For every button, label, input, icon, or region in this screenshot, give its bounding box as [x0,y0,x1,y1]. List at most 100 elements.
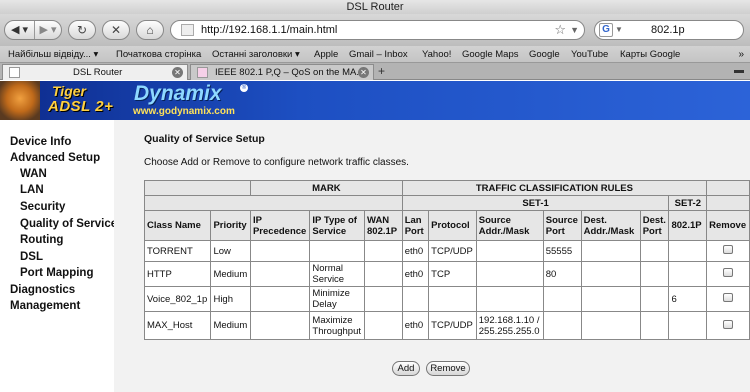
bookmark-item[interactable]: Gmail – Inbox [349,46,408,63]
sidebar-item-device-info[interactable]: Device Info [10,136,71,148]
cell-priority: Low [210,240,251,262]
cell-src-port: 55555 [542,240,582,262]
sidebar-item-lan[interactable]: LAN [20,184,44,196]
tab-title: DSL Router [73,67,123,78]
cell-dst-addr [580,240,641,262]
sidebar-item-advanced-setup[interactable]: Advanced Setup [10,152,100,164]
brand-bottom: ADSL 2+ [48,98,114,115]
address-bar[interactable]: http://192.168.1.1/main.html ☆ ▼ [170,20,585,40]
cell-src-addr [475,261,544,287]
site-favicon-icon [181,24,194,36]
nav-buttons: ◀ ▾ ▶ ▾ [4,20,62,40]
back-button[interactable]: ◀ ▾ [5,21,35,39]
add-button[interactable]: Add [392,361,420,376]
bookmark-item[interactable]: Yahoo! [422,46,451,63]
cell-remove [706,311,750,340]
group-header-rules: TRAFFIC CLASSIFICATION RULES [401,180,708,196]
remove-button[interactable]: Remove [426,361,470,376]
remove-checkbox[interactable] [723,268,734,277]
cell-wan-8021p [364,240,403,262]
bookmark-item[interactable]: Початкова сторінка [116,46,201,63]
forward-button[interactable]: ▶ ▾ [35,21,61,39]
cell-ip-precedence [249,261,311,287]
tab-strip: DSL Router ✕ IEEE 802.1 P,Q – QoS on the… [0,63,750,80]
sidebar-item-dsl[interactable]: DSL [20,251,43,263]
sidebar-item-quality-of-service[interactable]: Quality of Service [20,218,117,230]
cell-ip-precedence [249,286,311,312]
sidebar-nav: Device Info Advanced Setup WAN LAN Secur… [0,120,117,392]
cell-ip-precedence [249,240,311,262]
sidebar-item-security[interactable]: Security [20,201,65,213]
cell-priority: Medium [210,261,251,287]
tab-close-icon[interactable]: ✕ [172,67,183,78]
cell-src-addr [475,240,544,262]
table-row: MAX_Host Medium Maximize Throughput eth0… [143,311,750,340]
bookmark-star-icon[interactable]: ☆ [554,21,566,39]
cell-src-port: 80 [542,261,582,287]
remove-checkbox[interactable] [723,293,734,302]
cell-ip-tos [309,240,365,262]
url-dropdown-icon[interactable]: ▼ [570,21,579,39]
bookmark-item[interactable]: Apple [314,46,338,63]
new-tab-button[interactable]: + [378,63,385,79]
sidebar-item-management[interactable]: Management [10,300,80,312]
browser-toolbar: ◀ ▾ ▶ ▾ ↻ ✕ ⌂ http://192.168.1.1/main.ht… [0,14,750,46]
cell-protocol: TCP/UDP [428,240,477,262]
window-title: DSL Router [0,0,750,14]
group-header-set2: SET-2 [668,195,708,211]
cell-protocol: TCP [428,261,477,287]
cell-lan-port: eth0 [401,261,430,287]
table-row: Voice_802_1p High Minimize Delay 6 [143,286,750,312]
cell-protocol: TCP/UDP [428,311,477,340]
home-button[interactable]: ⌂ [136,20,164,40]
cell-priority: High [210,286,251,312]
table-row: HTTP Medium Normal Service eth0 TCP 80 [143,261,750,287]
cell-src-port [542,286,582,312]
tab-dsl-router[interactable]: DSL Router ✕ [2,64,188,80]
column-header: WAN 802.1P [364,210,403,241]
tab-favicon-icon [197,67,208,78]
cell-wan-8021p [364,286,403,312]
tab-ieee-qos[interactable]: IEEE 802.1 P,Q – QoS on the MA... ✕ [190,64,374,80]
cell-remove [706,240,750,262]
cell-ip-tos: Maximize Throughput [309,311,365,340]
cell-dst-addr [580,311,641,340]
group-header-mark: MARK [249,180,403,196]
brand-top: Tiger [52,83,86,99]
column-header: 802.1P [668,210,708,241]
column-header: IP Type of Service [309,210,365,241]
page-title: Quality of Service Setup [144,133,265,145]
bookmark-item[interactable]: Останні заголовки ▾ [212,46,300,63]
search-engine-dropdown-icon[interactable]: ▼ [615,21,623,39]
reload-button[interactable]: ↻ [68,20,96,40]
bookmark-item[interactable]: Google Maps [462,46,519,63]
bookmarks-bar: Найбільш відвіду... ▾ Початкова сторінка… [0,46,750,63]
tab-close-icon[interactable]: ✕ [358,67,369,78]
cell-lan-port: eth0 [401,311,430,340]
remove-checkbox[interactable] [723,245,734,254]
sidebar-item-diagnostics[interactable]: Diagnostics [10,284,75,296]
cell-dst-port [639,311,670,340]
tab-list-icon[interactable]: ▬ [734,63,744,79]
cell-dst-port [639,286,670,312]
bookmark-item[interactable]: Google [529,46,560,63]
sidebar-item-port-mapping[interactable]: Port Mapping [20,267,93,279]
cell-priority: Medium [210,311,251,340]
sidebar-item-routing[interactable]: Routing [20,234,63,246]
bookmarks-overflow-button[interactable]: » [738,46,744,63]
search-bar[interactable]: G ▼ 802.1p [594,20,744,40]
search-input[interactable]: 802.1p [651,21,685,39]
bookmark-item[interactable]: YouTube [571,46,608,63]
bookmark-item[interactable]: Карты Google [620,46,680,63]
remove-checkbox[interactable] [723,319,734,329]
column-header: IP Precedence [249,210,311,241]
column-header: Source Port [542,210,582,241]
tab-title: IEEE 802.1 P,Q – QoS on the MA... [215,67,365,78]
cell-class-name: HTTP [143,261,212,287]
bookmark-item[interactable]: Найбільш відвіду... ▾ [8,46,98,63]
group-header-set1: SET-1 [401,195,670,211]
search-engine-icon[interactable]: G [599,23,613,37]
stop-button[interactable]: ✕ [102,20,130,40]
main-content: Quality of Service Setup Choose Add or R… [114,120,750,392]
sidebar-item-wan[interactable]: WAN [20,168,47,180]
